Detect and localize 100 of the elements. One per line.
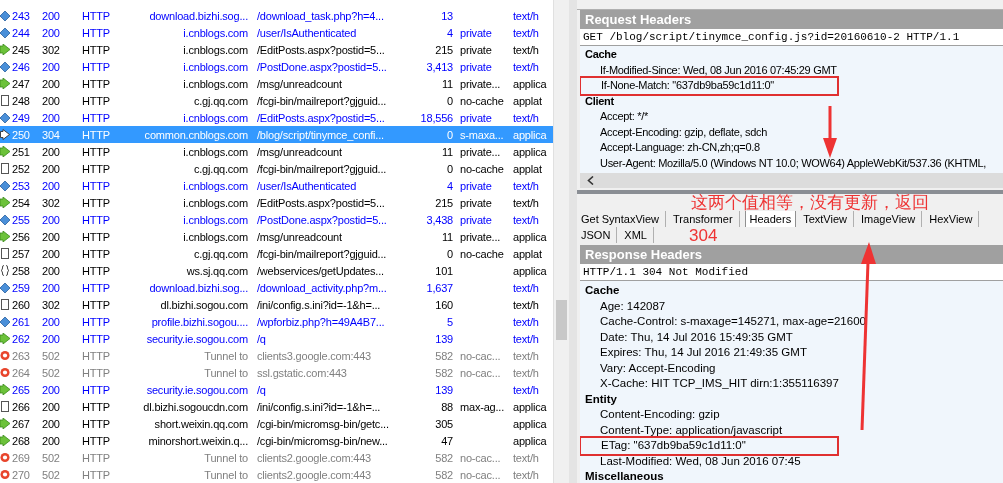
- diamond-icon: [0, 61, 10, 72]
- session-row[interactable]: 259 200 HTTP download.bizhi.sog... /download_activity.php?m... 1,637 text/h: [0, 279, 553, 296]
- session-row[interactable]: 253 200 HTTP i.cnblogs.com /user/IsAuthenticated 4 private text/h: [0, 177, 553, 194]
- caching-text: max-ag...: [460, 400, 505, 413]
- session-row[interactable]: 244 200 HTTP i.cnblogs.com /user/IsAuthenticated 4 private text/h: [0, 24, 553, 41]
- url-text: /cgi-bin/micromsg-bin/new...: [256, 434, 389, 447]
- session-number: 255: [11, 213, 31, 226]
- body-size: 3,413: [425, 60, 453, 73]
- host-text: security.ie.sogou.com: [145, 383, 248, 396]
- body-size: 0: [446, 128, 453, 141]
- session-row[interactable]: 251 200 HTTP i.cnblogs.com /msg/unreadcount 11 private... applica: [0, 143, 553, 160]
- request-headers-title: Request Headers: [580, 10, 1003, 29]
- header-entry[interactable]: Cache-Control: s-maxage=145271, max-age=21600: [580, 314, 1003, 330]
- host-text: c.gj.qq.com: [192, 94, 248, 107]
- header-group[interactable]: Cache: [580, 283, 1003, 299]
- session-row[interactable]: 249 200 HTTP i.cnblogs.com /EditPosts.aspx?postid=5... 18,556 private text/h: [0, 109, 553, 126]
- header-entry[interactable]: Accept-Encoding: gzip, deflate, sdch: [580, 124, 1003, 140]
- content-type-text: applica: [512, 434, 547, 447]
- header-entry[interactable]: ETag: "637db9ba59c1d11:0": [581, 438, 837, 454]
- header-entry[interactable]: Content-Type: application/javascript: [580, 422, 1003, 438]
- vertical-scrollbar[interactable]: [553, 0, 569, 483]
- inspector-tab[interactable]: Transformer: [671, 211, 740, 227]
- session-row[interactable]: 260 302 HTTP dl.bizhi.sogou.com /ini/config.s.ini?id=-1&h=... 160 text/h: [0, 296, 553, 313]
- header-group[interactable]: Miscellaneous: [580, 469, 1003, 483]
- body-size: 11: [440, 230, 453, 243]
- inspector-tab[interactable]: HexView: [927, 211, 980, 227]
- url-text: /blog/script/tinymce_confi...: [256, 128, 385, 141]
- session-row[interactable]: 247 200 HTTP i.cnblogs.com /msg/unreadcount 11 private... applica: [0, 75, 553, 92]
- session-number: 250: [11, 128, 31, 141]
- inspector-tab[interactable]: Headers: [744, 211, 797, 227]
- session-row[interactable]: 269 502 HTTP Tunnel to clients2.google.com:443 582 no-cac... text/h: [0, 449, 553, 466]
- session-row[interactable]: 267 200 HTTP short.weixin.qq.com /cgi-bin/micromsg-bin/getc... 305 applica: [0, 415, 553, 432]
- body-size: 160: [434, 298, 453, 311]
- body-size: 5: [446, 315, 453, 328]
- header-entry[interactable]: Age: 142087: [580, 298, 1003, 314]
- header-entry[interactable]: If-None-Match: "637db9ba59c1d11:0": [581, 78, 837, 94]
- url-text: /fcgi-bin/mailreport?gjguid...: [256, 94, 388, 107]
- body-size: 0: [446, 162, 453, 175]
- scroll-left-icon[interactable]: [587, 176, 595, 185]
- result-code: 502: [42, 451, 61, 464]
- header-entry[interactable]: User-Agent: Mozilla/5.0 (Windows NT 10.0; WOW64) AppleWebKit/537.36 (KHTML,: [580, 155, 1003, 171]
- session-row[interactable]: 263 502 HTTP Tunnel to clients3.google.com:443 582 no-cac... text/h: [0, 347, 553, 364]
- inspector-tab[interactable]: ImageView: [858, 211, 923, 227]
- session-row[interactable]: 248 200 HTTP c.gj.qq.com /fcgi-bin/mailreport?gjguid... 0 no-cache applat: [0, 92, 553, 109]
- header-entry[interactable]: Date: Thu, 14 Jul 2016 15:49:35 GMT: [580, 329, 1003, 345]
- session-row[interactable]: 270 502 HTTP Tunnel to clients2.google.com:443 582 no-cac... text/h: [0, 466, 553, 483]
- scrollbar-thumb[interactable]: [556, 300, 567, 340]
- protocol-text: HTTP: [82, 298, 111, 311]
- session-row[interactable]: 252 200 HTTP c.gj.qq.com /fcgi-bin/mailreport?gjguid... 0 no-cache applat: [0, 160, 553, 177]
- annotation-note: 这两个值相等，没有更新，返回: [691, 193, 929, 212]
- horizontal-scrollbar[interactable]: [580, 173, 1003, 188]
- header-entry[interactable]: If-Modified-Since: Wed, 08 Jun 2016 07:45:29 GMT: [580, 62, 1003, 78]
- session-row[interactable]: 262 200 HTTP security.ie.sogou.com /q 139 text/h: [0, 330, 553, 347]
- pane-splitter[interactable]: [569, 0, 577, 483]
- session-row[interactable]: 258 200 HTTP ws.sj.qq.com /webservices/getUpdates... 101 applica: [0, 262, 553, 279]
- session-row[interactable]: 256 200 HTTP i.cnblogs.com /msg/unreadcount 11 private... applica: [0, 228, 553, 245]
- inspector-tab[interactable]: JSON: [579, 227, 618, 243]
- inspector-tab[interactable]: XML: [622, 227, 654, 243]
- session-row[interactable]: 268 200 HTTP minorshort.weixin.q... /cgi-bin/micromsg-bin/new... 47 applica: [0, 432, 553, 449]
- session-row[interactable]: 265 200 HTTP security.ie.sogou.com /q 139 text/h: [0, 381, 553, 398]
- inspector-tab[interactable]: Get SyntaxView: [579, 211, 667, 227]
- header-entry[interactable]: Vary: Accept-Encoding: [580, 360, 1003, 376]
- content-type-text: applat: [512, 247, 542, 260]
- session-row[interactable]: 266 200 HTTP dl.bizhi.sogoucdn.com /ini/config.s.ini?id=-1&h=... 88 max-ag... applica: [0, 398, 553, 415]
- annotation-note: 304: [688, 227, 718, 243]
- session-row[interactable]: 255 200 HTTP i.cnblogs.com /PostDone.aspx?postid=5... 3,438 private text/h: [0, 211, 553, 228]
- session-row[interactable]: 261 200 HTTP profile.bizhi.sogou.... /wpforbiz.php?h=49A4B7... 5 text/h: [0, 313, 553, 330]
- session-row[interactable]: 254 302 HTTP i.cnblogs.com /EditPosts.aspx?postid=5... 215 private text/h: [0, 194, 553, 211]
- session-row[interactable]: 243 200 HTTP download.bizhi.sog... /download_task.php?h=4... 13 text/h: [0, 7, 553, 24]
- header-entry[interactable]: Content-Encoding: gzip: [580, 407, 1003, 423]
- host-text: i.cnblogs.com: [182, 230, 248, 243]
- header-entry[interactable]: Accept: */*: [580, 109, 1003, 125]
- arrow-icon: [0, 231, 10, 242]
- inspector-tab[interactable]: TextView: [801, 211, 854, 227]
- header-group[interactable]: Entity: [580, 391, 1003, 407]
- result-code: 502: [42, 349, 61, 362]
- session-row[interactable]: 264 502 HTTP Tunnel to ssl.gstatic.com:443 582 no-cac... text/h: [0, 364, 553, 381]
- content-type-text: text/h: [512, 9, 539, 22]
- host-text: short.weixin.qq.com: [153, 417, 248, 430]
- header-entry[interactable]: X-Cache: HIT TCP_IMS_HIT dirn:1:355116397: [580, 376, 1003, 392]
- url-text: /download_activity.php?m...: [256, 281, 388, 294]
- header-group[interactable]: Client: [580, 93, 1003, 109]
- header-entry[interactable]: Last-Modified: Wed, 08 Jun 2016 07:45: [580, 453, 1003, 469]
- protocol-text: HTTP: [82, 9, 111, 22]
- header-entry[interactable]: Accept-Language: zh-CN,zh;q=0.8: [580, 140, 1003, 156]
- protocol-text: HTTP: [82, 315, 111, 328]
- host-text: i.cnblogs.com: [182, 26, 248, 39]
- pane-splitter[interactable]: [577, 190, 1003, 194]
- caching-text: private...: [460, 77, 501, 90]
- content-type-text: text/h: [512, 366, 539, 379]
- session-row[interactable]: 257 200 HTTP c.gj.qq.com /fcgi-bin/mailreport?gjguid... 0 no-cache applat: [0, 245, 553, 262]
- session-row[interactable]: 245 302 HTTP i.cnblogs.com /EditPosts.aspx?postid=5... 215 private text/h: [0, 41, 553, 58]
- protocol-text: HTTP: [82, 26, 111, 39]
- arrow-icon: [0, 44, 10, 55]
- header-entry[interactable]: Expires: Thu, 14 Jul 2016 21:49:35 GMT: [580, 345, 1003, 361]
- session-row[interactable]: 246 200 HTTP i.cnblogs.com /PostDone.aspx?postid=5... 3,413 private text/h: [0, 58, 553, 75]
- header-group[interactable]: Cache: [580, 47, 1003, 63]
- url-text: /user/IsAuthenticated: [256, 26, 358, 39]
- result-code: 200: [42, 281, 61, 294]
- protocol-text: HTTP: [82, 145, 111, 158]
